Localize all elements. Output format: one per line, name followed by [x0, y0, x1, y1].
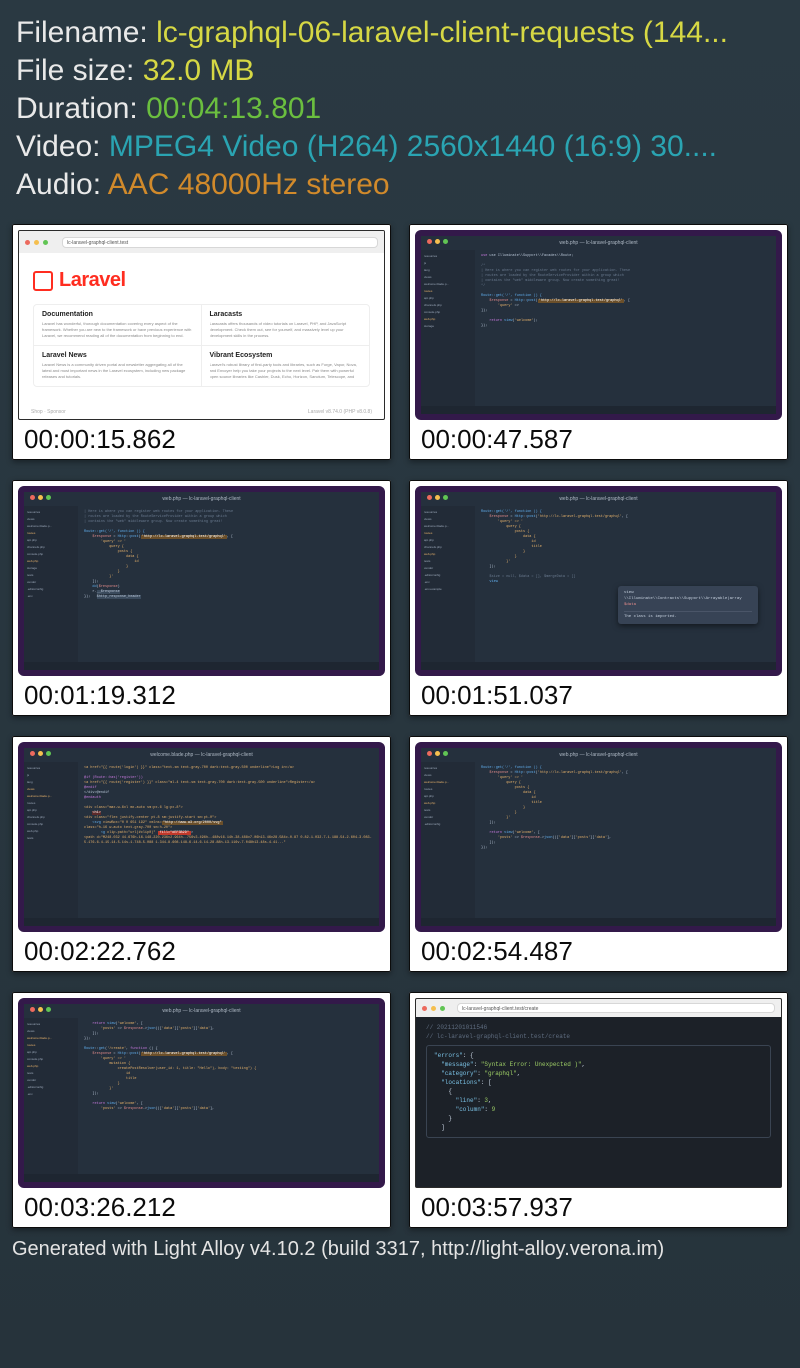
ide-sidebar: resources views welcome.blade.p... route… [24, 1018, 78, 1174]
label-video: Video: [16, 130, 101, 163]
ide-sidebar: resources js lang views welcome.blade.p.… [24, 762, 78, 918]
value-audio: AAC 48000Hz stereo [108, 168, 390, 201]
ide-sidebar: resources views welcome.blade.p... route… [24, 506, 78, 662]
thumbnail-6[interactable]: web.php — lc-laravel-graphql-client reso… [409, 736, 788, 972]
ide-sidebar: resources views welcome.blade.p... route… [421, 762, 475, 918]
label-audio: Audio: [16, 168, 101, 201]
timestamp-6: 00:02:54.487 [415, 932, 782, 972]
meta-audio: Audio: AAC 48000Hz stereo [16, 166, 784, 204]
traffic-min-icon [34, 240, 39, 245]
footer-left: Shop · Sponsor [31, 409, 66, 415]
card-documentation: Documentation Laravel has wonderful, tho… [34, 305, 202, 346]
tooltip-autocomplete: view \\Illuminate\\Contracts\\Support\\A… [618, 586, 758, 624]
address-bar: lc-laravel-graphql-client.test [62, 237, 378, 248]
traffic-close-icon [25, 240, 30, 245]
generator-footer: Generated with Light Alloy v4.10.2 (buil… [0, 1232, 800, 1261]
timestamp-5: 00:02:22.762 [18, 932, 385, 972]
value-duration: 00:04:13.801 [146, 92, 321, 125]
thumb-image-ide: welcome.blade.php — lc-laravel-graphql-c… [18, 742, 385, 932]
thumb-image-ide: web.php — lc-laravel-graphql-client reso… [415, 486, 782, 676]
code-area: | Here is where you can register web rou… [78, 506, 379, 662]
meta-filesize: File size: 32.0 MB [16, 52, 784, 90]
thumb-image-json-error: lc-laravel-graphql-client.test/create //… [415, 998, 782, 1188]
card-ecosystem: Vibrant Ecosystem Laravel's robust libra… [202, 346, 370, 386]
thumbnail-1[interactable]: lc-laravel-graphql-client.test Laravel D… [12, 224, 391, 460]
address-bar: lc-laravel-graphql-client.test/create [457, 1003, 775, 1013]
timestamp-7: 00:03:26.212 [18, 1188, 385, 1228]
timestamp-3: 00:01:19.312 [18, 676, 385, 716]
thumbnail-4[interactable]: web.php — lc-laravel-graphql-client reso… [409, 480, 788, 716]
footer-right: Laravel v8.74.0 (PHP v8.0.8) [308, 409, 372, 415]
file-metadata: Filename: lc-graphql-06-laravel-client-r… [0, 0, 800, 212]
meta-duration: Duration: 00:04:13.801 [16, 90, 784, 128]
ide-sidebar: resources views welcome.blade.p... route… [421, 506, 475, 662]
value-filesize: 32.0 MB [143, 54, 255, 87]
thumbnail-3[interactable]: web.php — lc-laravel-graphql-client reso… [12, 480, 391, 716]
timestamp-2: 00:00:47.587 [415, 420, 782, 460]
thumbnail-8[interactable]: lc-laravel-graphql-client.test/create //… [409, 992, 788, 1228]
thumb-image-ide: web.php — lc-laravel-graphql-client reso… [18, 998, 385, 1188]
code-area: <a href="{{ route('login') }}" class="te… [78, 762, 379, 918]
thumbnail-7[interactable]: web.php — lc-laravel-graphql-client reso… [12, 992, 391, 1228]
thumbnail-grid: lc-laravel-graphql-client.test Laravel D… [0, 212, 800, 1232]
meta-video: Video: MPEG4 Video (H264) 2560x1440 (16:… [16, 128, 784, 166]
laravel-logo: Laravel [33, 269, 370, 304]
card-laracasts: Laracasts Laracasts offers thousands of … [202, 305, 370, 346]
laravel-brand: Laravel [59, 269, 126, 292]
code-area: Route::get('/', function () { $response … [475, 506, 776, 662]
code-area: use use Illuminate\\Support\\Facades\\Ro… [475, 250, 776, 406]
timestamp-1: 00:00:15.862 [18, 420, 385, 460]
value-video: MPEG4 Video (H264) 2560x1440 (16:9) 30..… [109, 130, 717, 163]
thumb-image-laravel: lc-laravel-graphql-client.test Laravel D… [18, 230, 385, 420]
thumb-image-ide: web.php — lc-laravel-graphql-client reso… [415, 230, 782, 420]
code-area: Route::get('/', function () { $response … [475, 762, 776, 918]
thumb-image-ide: web.php — lc-laravel-graphql-client reso… [18, 486, 385, 676]
laravel-mark-icon [33, 271, 53, 291]
timestamp-4: 00:01:51.037 [415, 676, 782, 716]
code-area: return view('welcome', [ 'posts' => $res… [78, 1018, 379, 1174]
thumb-image-ide: web.php — lc-laravel-graphql-client reso… [415, 742, 782, 932]
json-output: // 20211201011546 // lc-laravel-graphql-… [416, 1017, 781, 1187]
meta-filename: Filename: lc-graphql-06-laravel-client-r… [16, 14, 784, 52]
value-filename: lc-graphql-06-laravel-client-requests (1… [156, 16, 728, 49]
thumbnail-5[interactable]: welcome.blade.php — lc-laravel-graphql-c… [12, 736, 391, 972]
label-filename: Filename: [16, 16, 148, 49]
ide-sidebar: resources js lang views welcome.blade.p.… [421, 250, 475, 406]
card-news: Laravel News Laravel News is a community… [34, 346, 202, 386]
label-duration: Duration: [16, 92, 138, 125]
label-filesize: File size: [16, 54, 134, 87]
thumbnail-2[interactable]: web.php — lc-laravel-graphql-client reso… [409, 224, 788, 460]
timestamp-8: 00:03:57.937 [415, 1188, 782, 1228]
traffic-max-icon [43, 240, 48, 245]
